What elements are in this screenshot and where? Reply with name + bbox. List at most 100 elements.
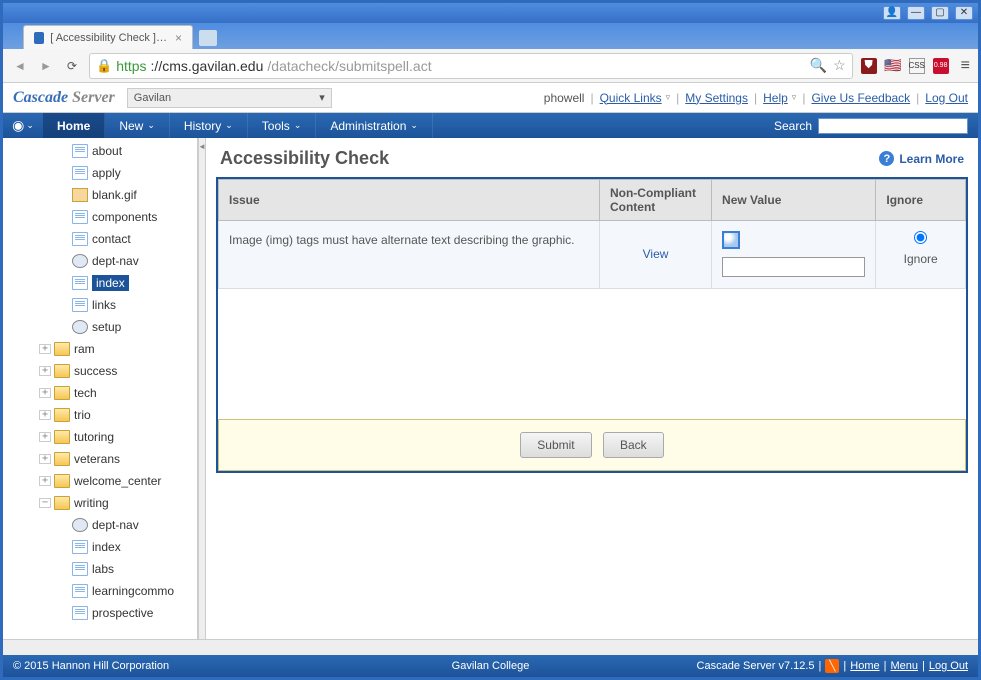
tree-item[interactable]: + tutoring xyxy=(3,426,197,448)
search-label: Search xyxy=(774,119,812,133)
back-button[interactable]: ◄ xyxy=(11,57,29,75)
tree-item[interactable]: −writing xyxy=(3,492,197,514)
tree-item[interactable]: about xyxy=(3,140,197,162)
tree-item[interactable]: dept-nav xyxy=(3,514,197,536)
tree-item[interactable]: setup xyxy=(3,316,197,338)
submit-button[interactable]: Submit xyxy=(520,432,591,458)
quick-links-link[interactable]: Quick Links xyxy=(600,91,662,105)
search-input[interactable] xyxy=(818,118,968,134)
home-swirl-icon[interactable]: ◉⌄ xyxy=(3,117,43,134)
image-preview-icon[interactable] xyxy=(722,231,740,249)
footer-logout[interactable]: Log Out xyxy=(929,660,968,672)
expand-icon[interactable]: + xyxy=(39,344,51,354)
tree-item[interactable]: links xyxy=(3,294,197,316)
menu-home[interactable]: Home xyxy=(43,113,105,138)
tree-item[interactable]: index xyxy=(3,536,197,558)
search-icon[interactable]: 🔍 xyxy=(810,57,827,74)
my-settings-link[interactable]: My Settings xyxy=(685,91,748,105)
ublock-icon[interactable]: ⛊ xyxy=(861,58,877,74)
minimize-button[interactable]: — xyxy=(907,6,925,20)
tree-item[interactable]: labs xyxy=(3,558,197,580)
tree-item-label: learningcommo xyxy=(92,584,174,598)
browser-tab[interactable]: [ Accessibility Check ] Casca × xyxy=(23,25,193,49)
flag-icon[interactable]: 🇺🇸 xyxy=(885,58,901,74)
expand-icon[interactable]: + xyxy=(39,432,51,442)
th-newval: New Value xyxy=(712,180,876,221)
tree-item[interactable]: +success xyxy=(3,360,197,382)
feedback-link[interactable]: Give Us Feedback xyxy=(811,91,910,105)
rss-icon[interactable]: ╲ xyxy=(825,659,839,673)
menu-administration[interactable]: Administration⌄ xyxy=(316,113,433,138)
folder-icon xyxy=(54,430,70,444)
header-links: phowell | Quick Links ▿ | My Settings | … xyxy=(544,91,968,105)
page-icon xyxy=(72,276,88,290)
th-content: Non-Compliant Content xyxy=(599,180,711,221)
tree-item[interactable]: prospective xyxy=(3,602,197,624)
tree-item-label: setup xyxy=(92,320,121,334)
expand-icon[interactable]: + xyxy=(39,410,51,420)
back-button-form[interactable]: Back xyxy=(603,432,664,458)
tree-item-label: index xyxy=(92,275,129,291)
close-window-button[interactable]: ✕ xyxy=(955,6,973,20)
expand-icon[interactable]: + xyxy=(39,388,51,398)
footer-menu[interactable]: Menu xyxy=(890,660,918,672)
maximize-button[interactable]: ▢ xyxy=(931,6,949,20)
splitter-handle[interactable]: ◄ xyxy=(198,138,206,639)
bookmark-icon[interactable]: ☆ xyxy=(833,57,846,74)
lock-icon: 🔒 xyxy=(96,58,112,74)
folder-icon xyxy=(54,408,70,422)
address-bar[interactable]: 🔒 https://cms.gavilan.edu/datacheck/subm… xyxy=(89,53,853,79)
copyright: © 2015 Hannon Hill Corporation xyxy=(13,660,169,672)
tree-item-label: tutoring xyxy=(74,430,114,444)
tree-item[interactable]: dept-nav xyxy=(3,250,197,272)
tree-item-label: veterans xyxy=(74,452,120,466)
tree-item[interactable]: blank.gif xyxy=(3,184,197,206)
expand-icon[interactable]: + xyxy=(39,366,51,376)
horizontal-scrollbar[interactable] xyxy=(3,639,978,655)
tree-item-label: prospective xyxy=(92,606,153,620)
menu-new[interactable]: New⌄ xyxy=(105,113,170,138)
chrome-menu-icon[interactable]: ≡ xyxy=(961,57,970,75)
tree-item-label: contact xyxy=(92,232,131,246)
forward-button[interactable]: ► xyxy=(37,57,55,75)
tree-item[interactable]: index xyxy=(3,272,197,294)
tree-item[interactable]: contact xyxy=(3,228,197,250)
expand-icon[interactable]: − xyxy=(39,498,51,508)
tree-item[interactable]: learningcommo xyxy=(3,580,197,602)
tree-item[interactable]: components xyxy=(3,206,197,228)
tree-item[interactable]: + veterans xyxy=(3,448,197,470)
menu-tools[interactable]: Tools⌄ xyxy=(248,113,317,138)
css-ext-icon[interactable]: CSS xyxy=(909,58,925,74)
ignore-radio[interactable] xyxy=(914,231,927,244)
accessibility-panel: Issue Non-Compliant Content New Value Ig… xyxy=(216,177,968,473)
close-tab-icon[interactable]: × xyxy=(175,31,182,45)
help-link[interactable]: Help xyxy=(763,91,788,105)
site-selector[interactable]: Gavilan ▾ xyxy=(127,88,332,108)
sidebar-tree[interactable]: aboutapplyblank.gifcomponents contact dept… xyxy=(3,138,198,639)
page-icon xyxy=(72,562,88,576)
tree-item[interactable]: + tech xyxy=(3,382,197,404)
tree-item-label: tech xyxy=(74,386,97,400)
menu-history[interactable]: History⌄ xyxy=(170,113,248,138)
app-header: Cascade Server Gavilan ▾ phowell | Quick… xyxy=(3,83,978,113)
view-link[interactable]: View xyxy=(643,247,669,261)
tree-item[interactable]: +welcome_center xyxy=(3,470,197,492)
logout-link[interactable]: Log Out xyxy=(925,91,968,105)
expand-icon[interactable]: + xyxy=(39,454,51,464)
lastpass-icon[interactable]: 0.98 xyxy=(933,58,949,74)
page-icon xyxy=(72,166,88,180)
reload-button[interactable]: ⟳ xyxy=(63,57,81,75)
main-menubar: ◉⌄ Home New⌄ History⌄ Tools⌄ Administrat… xyxy=(3,113,978,138)
new-value-input[interactable] xyxy=(722,257,865,277)
user-icon[interactable]: 👤 xyxy=(883,6,901,20)
expand-icon[interactable]: + xyxy=(39,476,51,486)
url-path: /datacheck/submitspell.act xyxy=(267,58,431,74)
tree-item[interactable]: +ram xyxy=(3,338,197,360)
block-icon xyxy=(72,320,88,334)
url-protocol: https xyxy=(116,58,146,74)
tree-item[interactable]: apply xyxy=(3,162,197,184)
footer-home[interactable]: Home xyxy=(850,660,879,672)
tree-item[interactable]: +trio xyxy=(3,404,197,426)
learn-more-link[interactable]: ? Learn More xyxy=(879,151,964,166)
new-tab-button[interactable] xyxy=(199,30,217,46)
